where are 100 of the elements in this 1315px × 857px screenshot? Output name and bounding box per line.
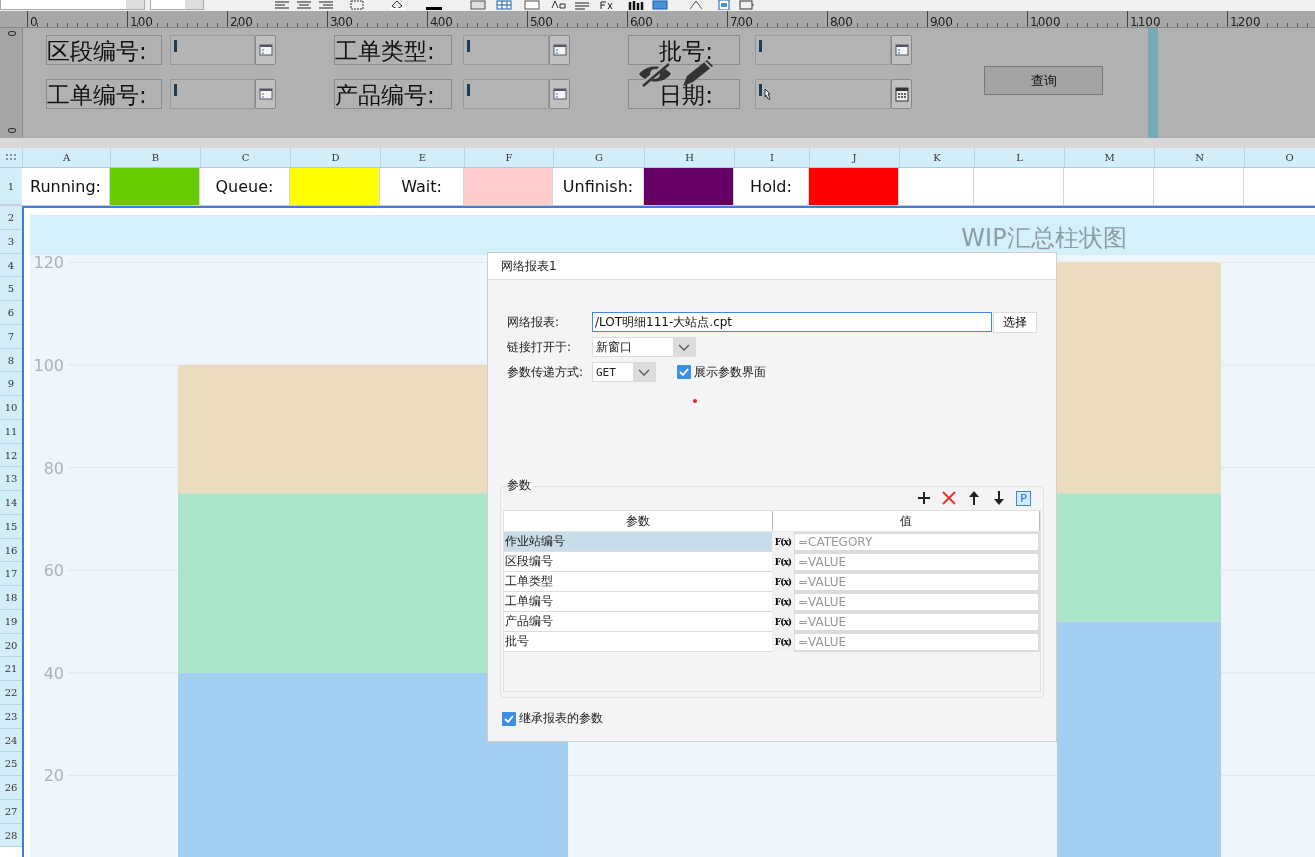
column-header[interactable]: B (110, 148, 200, 167)
formula-icon[interactable] (598, 0, 614, 10)
checked-checkbox[interactable] (502, 711, 516, 726)
picker-button[interactable] (255, 35, 276, 65)
row-number[interactable]: 22 (0, 681, 22, 705)
paragraph-icon[interactable] (574, 0, 590, 10)
row-number[interactable]: 8 (0, 348, 22, 373)
align-left-icon[interactable] (274, 0, 290, 10)
dropdown[interactable]: GET (592, 362, 656, 382)
row-number[interactable]: 28 (0, 823, 22, 848)
checkbox-label[interactable]: 展示参数界面 (694, 363, 766, 381)
table-cell[interactable]: 产品编号 (504, 612, 772, 632)
row-number[interactable]: 12 (0, 443, 22, 468)
picker-button[interactable] (549, 79, 570, 109)
formula-button[interactable]: F(x) (772, 572, 794, 592)
font-field[interactable] (0, 0, 145, 10)
row-number[interactable]: 13 (0, 467, 22, 491)
column-header[interactable]: E (380, 148, 464, 167)
table-cell[interactable]: 工单编号 (504, 592, 772, 612)
row-number[interactable]: 26 (0, 776, 22, 800)
row-number[interactable]: 25 (0, 752, 22, 776)
align-center-icon[interactable] (296, 0, 312, 10)
row-number[interactable]: 7 (0, 324, 22, 349)
formula-button[interactable]: F(x) (772, 592, 794, 612)
input-field[interactable] (755, 35, 891, 65)
row-number[interactable]: 24 (0, 728, 22, 753)
column-header[interactable]: M (1064, 148, 1154, 167)
text-icon[interactable] (550, 0, 566, 10)
row-number[interactable]: 1 (0, 168, 22, 205)
table-icon[interactable] (470, 0, 486, 10)
row-number[interactable]: 27 (0, 799, 22, 824)
cell-icon[interactable] (524, 0, 540, 10)
choose-button[interactable]: 选择 (993, 311, 1037, 333)
row-number[interactable]: 17 (0, 562, 22, 586)
column-header[interactable]: O (1244, 148, 1315, 167)
row-number[interactable]: 19 (0, 609, 22, 634)
column-header[interactable]: I (734, 148, 809, 167)
row-number[interactable]: 5 (0, 277, 22, 301)
border-icon[interactable] (350, 0, 366, 10)
column-header[interactable]: C (200, 148, 290, 167)
row-number[interactable]: 14 (0, 491, 22, 515)
row-number[interactable]: 3 (0, 229, 22, 254)
row-number[interactable]: 15 (0, 514, 22, 539)
frame-icon[interactable] (738, 0, 754, 10)
size-field[interactable] (150, 0, 204, 10)
column-header[interactable]: G (553, 148, 644, 167)
table-cell[interactable]: 区段编号 (504, 552, 772, 572)
column-header[interactable]: A (22, 148, 110, 167)
delete-icon[interactable] (941, 490, 957, 506)
image-icon[interactable] (652, 0, 668, 10)
row-number[interactable]: 21 (0, 657, 22, 681)
dropdown[interactable]: 新窗口 (592, 337, 696, 357)
column-header[interactable]: N (1154, 148, 1244, 167)
input-field[interactable] (463, 35, 549, 65)
row-number[interactable]: 11 (0, 419, 22, 444)
grid-icon[interactable] (496, 0, 512, 10)
path-field[interactable]: /LOT明细111-大站点.cpt (592, 312, 992, 332)
column-header[interactable]: H (644, 148, 734, 167)
table-cell[interactable]: 工单类型 (504, 572, 772, 592)
bar-chart-icon[interactable] (628, 0, 644, 10)
input-field[interactable] (170, 79, 255, 109)
row-number[interactable]: 23 (0, 704, 22, 729)
row-number[interactable]: 6 (0, 301, 22, 325)
input-field[interactable] (170, 35, 255, 65)
ruler-number: 500 (530, 15, 553, 29)
field-label: 参数传递方式: (507, 363, 585, 381)
input-field[interactable] (463, 79, 549, 109)
column-header[interactable]: L (974, 148, 1064, 167)
row-number[interactable]: 16 (0, 538, 22, 563)
parameter-button[interactable]: P (1016, 490, 1031, 506)
arrow-down-icon[interactable] (991, 490, 1007, 506)
column-header[interactable]: K (899, 148, 974, 167)
formula-button[interactable]: F(x) (772, 532, 794, 552)
align-right-icon[interactable] (318, 0, 334, 10)
column-header[interactable]: F (464, 148, 553, 167)
formula-button[interactable]: F(x) (772, 632, 794, 652)
column-header[interactable]: J (809, 148, 899, 167)
picker-button[interactable] (255, 79, 276, 109)
row-number[interactable]: 9 (0, 372, 22, 396)
picker-button[interactable] (891, 35, 912, 65)
calendar-button[interactable] (891, 79, 912, 109)
checked-checkbox[interactable] (677, 365, 691, 379)
add-icon[interactable] (916, 490, 932, 506)
row-number[interactable]: 2 (0, 206, 22, 230)
row-number[interactable]: 18 (0, 586, 22, 610)
picker-button[interactable] (549, 35, 570, 65)
formula-button[interactable]: F(x) (772, 612, 794, 632)
formula-button[interactable]: F(x) (772, 552, 794, 572)
column-header[interactable]: D (290, 148, 380, 167)
checkbox-label[interactable]: 继承报表的参数 (519, 710, 603, 727)
document-icon[interactable] (716, 0, 732, 10)
row-number[interactable]: 4 (0, 253, 22, 278)
table-cell[interactable]: 作业站编号 (504, 532, 772, 552)
row-number[interactable]: 10 (0, 396, 22, 420)
arrow-up-icon[interactable] (966, 490, 982, 506)
query-button[interactable]: 查询 (984, 66, 1103, 95)
row-number[interactable]: 20 (0, 633, 22, 658)
axis-label: 80 (43, 458, 64, 478)
input-field[interactable] (755, 79, 891, 109)
table-cell[interactable]: 批号 (504, 632, 772, 652)
